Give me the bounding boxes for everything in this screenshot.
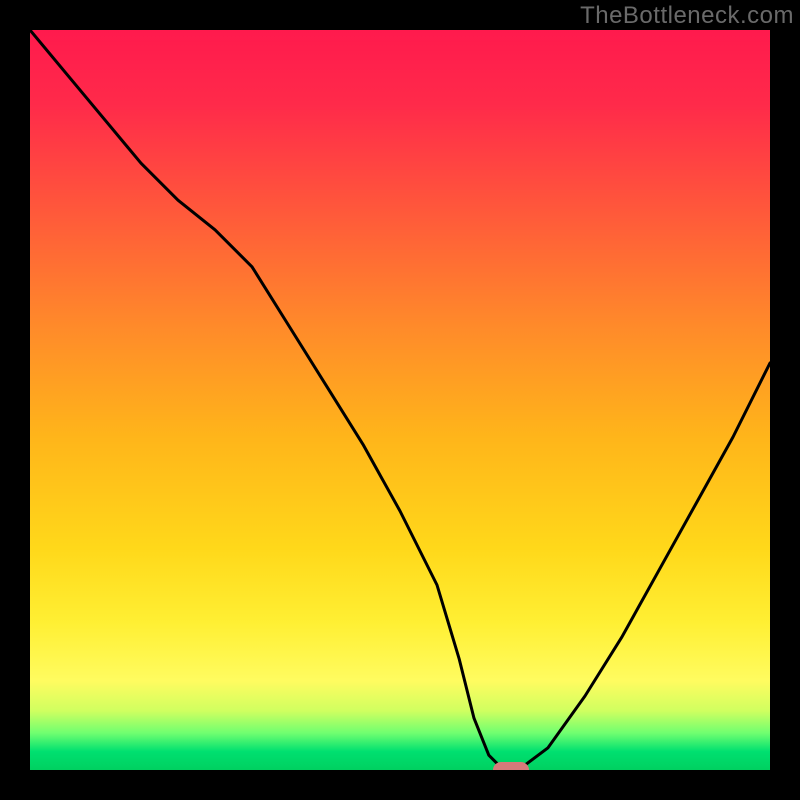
chart-frame: TheBottleneck.com [0, 0, 800, 800]
watermark-text: TheBottleneck.com [580, 0, 794, 32]
curve-layer [30, 30, 770, 770]
plot-area [30, 30, 770, 770]
bottleneck-curve-path [30, 30, 770, 770]
optimal-point-marker [493, 762, 529, 770]
